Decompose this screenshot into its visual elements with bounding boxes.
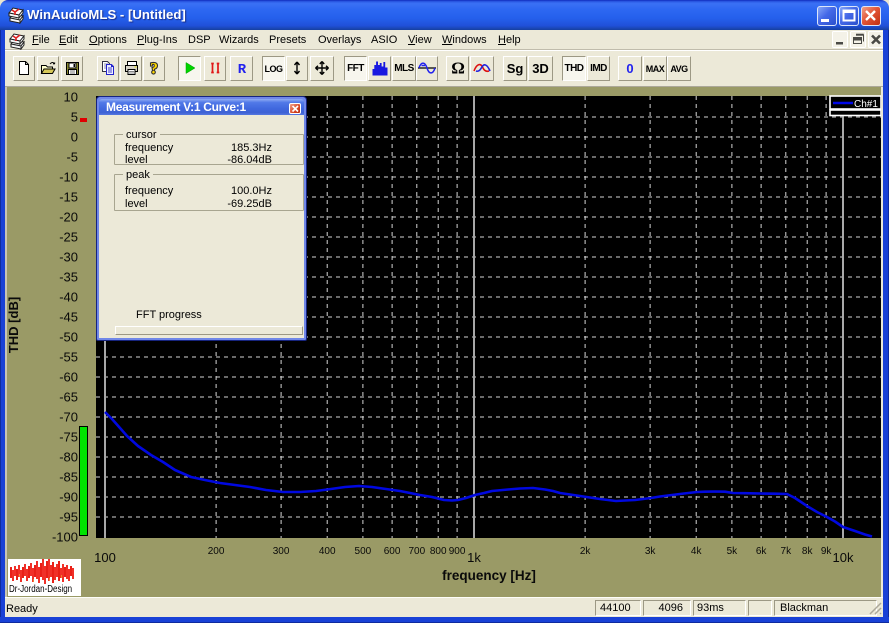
svg-text:-35: -35 xyxy=(59,270,78,285)
svg-text:3k: 3k xyxy=(645,546,657,557)
svg-text:-60: -60 xyxy=(59,370,78,385)
svg-text:-40: -40 xyxy=(59,290,78,305)
svg-text:4k: 4k xyxy=(691,546,703,557)
svg-text:R: R xyxy=(237,62,246,76)
svg-text:-15: -15 xyxy=(59,190,78,205)
svg-text:200: 200 xyxy=(208,546,225,557)
svg-text:100: 100 xyxy=(94,550,116,565)
svg-text:frequency [Hz]: frequency [Hz] xyxy=(442,568,536,583)
svg-text:-45: -45 xyxy=(59,310,78,325)
svg-text:Ch#1: Ch#1 xyxy=(854,99,878,110)
svg-text:2k: 2k xyxy=(580,546,592,557)
svg-text:700: 700 xyxy=(408,546,425,557)
svg-text:600: 600 xyxy=(384,546,401,557)
svg-text:-100: -100 xyxy=(52,530,78,545)
svg-text:-5: -5 xyxy=(66,150,78,165)
svg-text:5: 5 xyxy=(71,110,78,125)
svg-text:900: 900 xyxy=(449,546,466,557)
svg-text:7k: 7k xyxy=(781,546,793,557)
svg-text:9k: 9k xyxy=(821,546,833,557)
svg-text:-10: -10 xyxy=(59,170,78,185)
svg-text:5k: 5k xyxy=(727,546,739,557)
svg-text:-70: -70 xyxy=(59,410,78,425)
svg-text:10k: 10k xyxy=(833,550,854,565)
svg-text:?: ? xyxy=(150,61,158,77)
svg-text:300: 300 xyxy=(273,546,290,557)
svg-text:-75: -75 xyxy=(59,430,78,445)
svg-text:-50: -50 xyxy=(59,330,78,345)
svg-text:6k: 6k xyxy=(756,546,768,557)
svg-text:-80: -80 xyxy=(59,450,78,465)
svg-text:1k: 1k xyxy=(467,550,481,565)
svg-text:-55: -55 xyxy=(59,350,78,365)
svg-text:-25: -25 xyxy=(59,230,78,245)
svg-text:400: 400 xyxy=(319,546,336,557)
svg-text:-20: -20 xyxy=(59,210,78,225)
svg-text:Ω: Ω xyxy=(451,60,465,76)
svg-text:-65: -65 xyxy=(59,390,78,405)
svg-text:THD [dB]: THD [dB] xyxy=(6,297,21,353)
svg-text:-85: -85 xyxy=(59,470,78,485)
svg-text:0: 0 xyxy=(71,130,78,145)
svg-text:-30: -30 xyxy=(59,250,78,265)
svg-text:-90: -90 xyxy=(59,490,78,505)
svg-text:500: 500 xyxy=(355,546,372,557)
svg-text:8k: 8k xyxy=(802,546,814,557)
svg-text:800: 800 xyxy=(430,546,447,557)
svg-text:10: 10 xyxy=(64,90,78,105)
svg-text:-95: -95 xyxy=(59,510,78,525)
